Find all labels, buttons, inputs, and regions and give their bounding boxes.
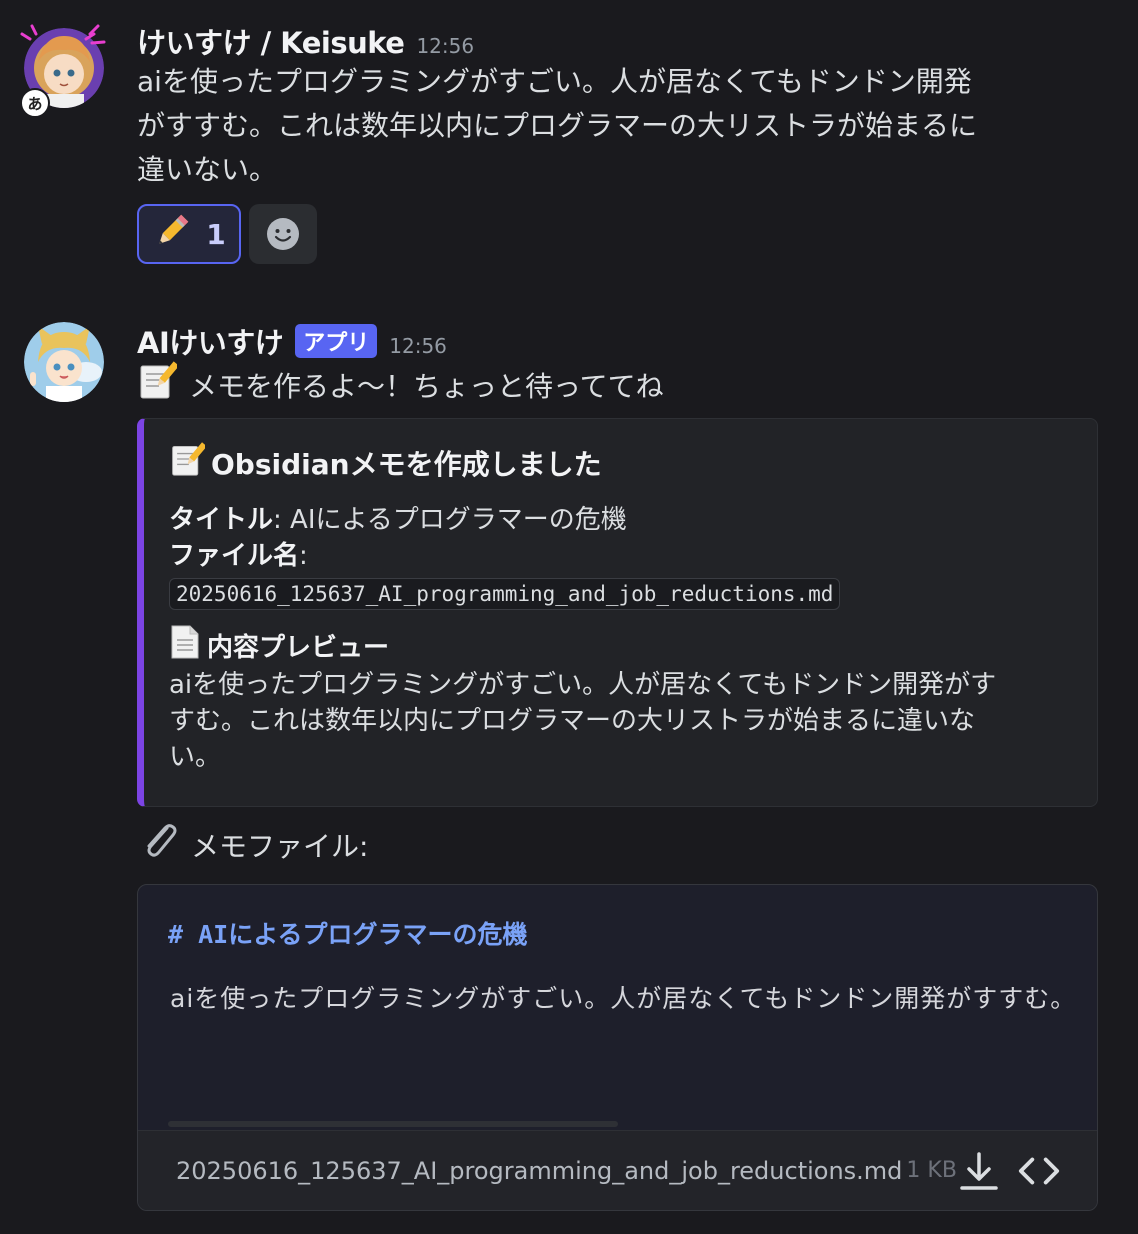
avatar-sparkle-icon (18, 22, 110, 56)
pencil-emoji-icon (152, 211, 192, 258)
attachment-label: メモファイル: (191, 829, 369, 863)
file-attachment-card[interactable]: # AIによるプログラマーの危機 aiを使ったプログラミングがすごい。人が居なく… (137, 884, 1098, 1211)
file-preview-heading: # AIによるプログラマーの危機 (168, 920, 528, 949)
message-header: AIけいすけ アプリ 12:56 (137, 320, 1098, 360)
memo-emoji-icon (169, 441, 207, 484)
file-size: 1 KB (906, 1158, 957, 1183)
preview-line: aiを使ったプログラミングがすごい。人が居なくてもドンドン開発がす (169, 670, 997, 700)
username[interactable]: けいすけ / Keisuke (137, 20, 405, 62)
preview-title: 内容プレビュー (169, 624, 1073, 667)
memo-emoji-icon (137, 360, 180, 413)
file-actions (957, 1149, 1061, 1193)
timestamp[interactable]: 12:56 (416, 34, 474, 58)
file-field-label: ファイル名 (169, 541, 300, 571)
add-reaction-button[interactable] (249, 204, 317, 264)
title-field: タイトル: AIによるプログラマーの危機 (169, 502, 1073, 538)
avatar-ai-keisuke-image (24, 322, 104, 402)
file-field-colon: : (299, 541, 308, 571)
avatar-status-badge: あ (20, 88, 50, 118)
file-footer: 20250616_125637_AI_programming_and_job_r… (138, 1130, 1097, 1210)
intro-text: メモを作るよ〜！ちょっと待っててね (189, 369, 664, 403)
embed-card: Obsidianメモを作成しました タイトル: AIによるプログラマーの危機 フ… (137, 418, 1098, 807)
message-header: けいすけ / Keisuke 12:56 (137, 20, 1098, 60)
avatar-ai-keisuke[interactable] (24, 322, 104, 402)
preview-line: い。 (169, 742, 222, 772)
title-field-value: : AIによるプログラマーの危機 (273, 505, 627, 535)
reactions: 1 (137, 204, 1098, 264)
embed-title-text: Obsidianメモを作成しました (211, 447, 602, 481)
message-keisuke: あ けいすけ / Keisuke 12:56 aiを使ったプログラミングがすごい… (0, 20, 1138, 280)
smiley-icon (267, 218, 299, 250)
message-ai-keisuke: AIけいすけ アプリ 12:56 メモを作るよ〜！ちょっと待っててね Obsid… (0, 320, 1138, 1220)
view-source-button[interactable] (1017, 1149, 1061, 1193)
embed-title: Obsidianメモを作成しました (169, 441, 1073, 484)
file-name-link[interactable]: 20250616_125637_AI_programming_and_job_r… (176, 1157, 902, 1185)
title-field-label: タイトル (169, 505, 274, 535)
username[interactable]: AIけいすけ (137, 320, 284, 362)
reaction-pencil[interactable]: 1 (137, 204, 241, 264)
preview-line: すむ。これは数年以内にプログラマーの大リストラが始まるに違いな (169, 706, 976, 736)
paperclip-icon (137, 818, 181, 875)
message-text: aiを使ったプログラミングがすごい。人が居なくてもドンドン開発 がすすむ。これは… (137, 60, 1098, 192)
horizontal-scrollbar[interactable] (168, 1121, 618, 1127)
message-line: がすすむ。これは数年以内にプログラマーの大リストラが始まるに (137, 109, 978, 142)
file-field: ファイル名: (169, 538, 1073, 574)
message-line: aiを使ったプログラミングがすごい。人が居なくてもドンドン開発 (137, 65, 972, 98)
download-button[interactable] (957, 1149, 1001, 1193)
code-icon (1018, 1157, 1060, 1185)
attachment-label-row: メモファイル: (137, 818, 368, 875)
file-name-code[interactable]: 20250616_125637_AI_programming_and_job_r… (169, 578, 841, 610)
avatar-badge-text: あ (27, 94, 43, 113)
download-icon (960, 1152, 998, 1190)
document-icon (169, 624, 201, 667)
preview-title-text: 内容プレビュー (207, 633, 390, 663)
app-badge: アプリ (295, 324, 378, 358)
reaction-count: 1 (206, 217, 226, 251)
file-preview-body: aiを使ったプログラミングがすごい。人が居なくてもドンドン開発がすすむ。 (170, 984, 1077, 1013)
message-intro: メモを作るよ〜！ちょっと待っててね (137, 360, 1098, 413)
message-line: 違いない。 (137, 153, 278, 186)
timestamp[interactable]: 12:56 (389, 334, 447, 358)
preview-text: aiを使ったプログラミングがすごい。人が居なくてもドンドン開発がす すむ。これは… (169, 667, 1073, 775)
